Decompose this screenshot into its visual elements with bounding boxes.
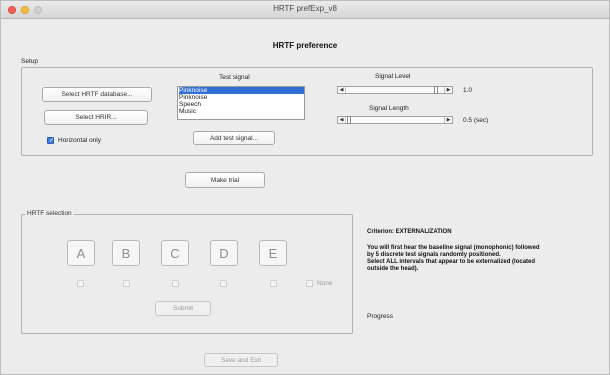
signal-length-value: 0.5 (sec) — [463, 117, 489, 124]
progress-label: Progress — [367, 313, 394, 320]
criterion-line-4: outside the head). — [367, 266, 419, 272]
arrow-left-icon[interactable]: ◀ — [338, 117, 346, 123]
choice-c-checkbox[interactable] — [172, 280, 179, 287]
hrtf-selection-panel — [21, 214, 353, 334]
arrow-right-icon[interactable]: ▶ — [444, 117, 452, 123]
choice-e-checkbox[interactable] — [270, 280, 277, 287]
signal-level-slider[interactable]: ◀ ▶ — [337, 86, 453, 94]
signal-level-value: 1.0 — [463, 87, 473, 94]
list-item[interactable]: Pinknoise — [179, 94, 304, 101]
select-hrtf-database-button[interactable]: Select HRTF database... — [42, 87, 152, 102]
horizontal-only-label: Horizontal only — [58, 137, 101, 144]
signal-length-label: Signal Length — [369, 105, 409, 112]
submit-button[interactable]: Submit — [155, 301, 211, 316]
save-and-exit-button[interactable]: Save and Exit — [204, 353, 278, 367]
arrow-left-icon[interactable]: ◀ — [338, 87, 346, 93]
hrtf-selection-label: HRTF selection — [25, 210, 74, 217]
horizontal-only-checkbox[interactable] — [47, 137, 54, 144]
slider-thumb[interactable] — [434, 86, 438, 94]
arrow-right-icon[interactable]: ▶ — [444, 87, 452, 93]
choice-e-button[interactable]: E — [259, 240, 287, 266]
signal-length-slider[interactable]: ◀ ▶ — [337, 116, 453, 124]
criterion-line-1: You will first hear the baseline signal … — [367, 245, 540, 251]
choice-d-button[interactable]: D — [210, 240, 238, 266]
none-label: None — [317, 280, 333, 287]
criterion-line-2: by 5 discrete test signals randomly posi… — [367, 252, 501, 258]
setup-panel-label: Setup — [21, 58, 38, 65]
window-title: HRTF prefExp_v8 — [273, 4, 337, 13]
title-bar: HRTF prefExp_v8 — [1, 1, 609, 19]
select-hrir-button[interactable]: Select HRIR... — [44, 110, 148, 125]
choice-d-checkbox[interactable] — [220, 280, 227, 287]
list-item[interactable]: Music — [179, 108, 304, 115]
page-title: HRTF preference — [272, 41, 338, 50]
app-window: HRTF prefExp_v8 HRTF preference Setup Se… — [0, 0, 610, 375]
criterion-line-3: Select ALL intervals that appear to be e… — [367, 259, 536, 265]
none-checkbox[interactable] — [306, 280, 313, 287]
slider-thumb[interactable] — [347, 116, 351, 124]
test-signal-label: Test signal — [219, 74, 250, 81]
make-trial-button[interactable]: Make trial — [185, 172, 265, 188]
choice-a-button[interactable]: A — [67, 240, 95, 266]
list-item[interactable]: Speech — [179, 101, 304, 108]
signal-level-label: Signal Level — [375, 73, 411, 80]
choice-b-checkbox[interactable] — [123, 280, 130, 287]
choice-b-button[interactable]: B — [112, 240, 140, 266]
choice-a-checkbox[interactable] — [77, 280, 84, 287]
criterion-title: Criterion: EXTERNALIZATION — [367, 229, 452, 235]
add-test-signal-button[interactable]: Add test signal... — [193, 131, 275, 145]
list-item[interactable]: Pinknoise — [179, 87, 304, 94]
choice-c-button[interactable]: C — [161, 240, 189, 266]
test-signal-list[interactable]: Pinknoise Pinknoise Speech Music — [177, 86, 305, 120]
